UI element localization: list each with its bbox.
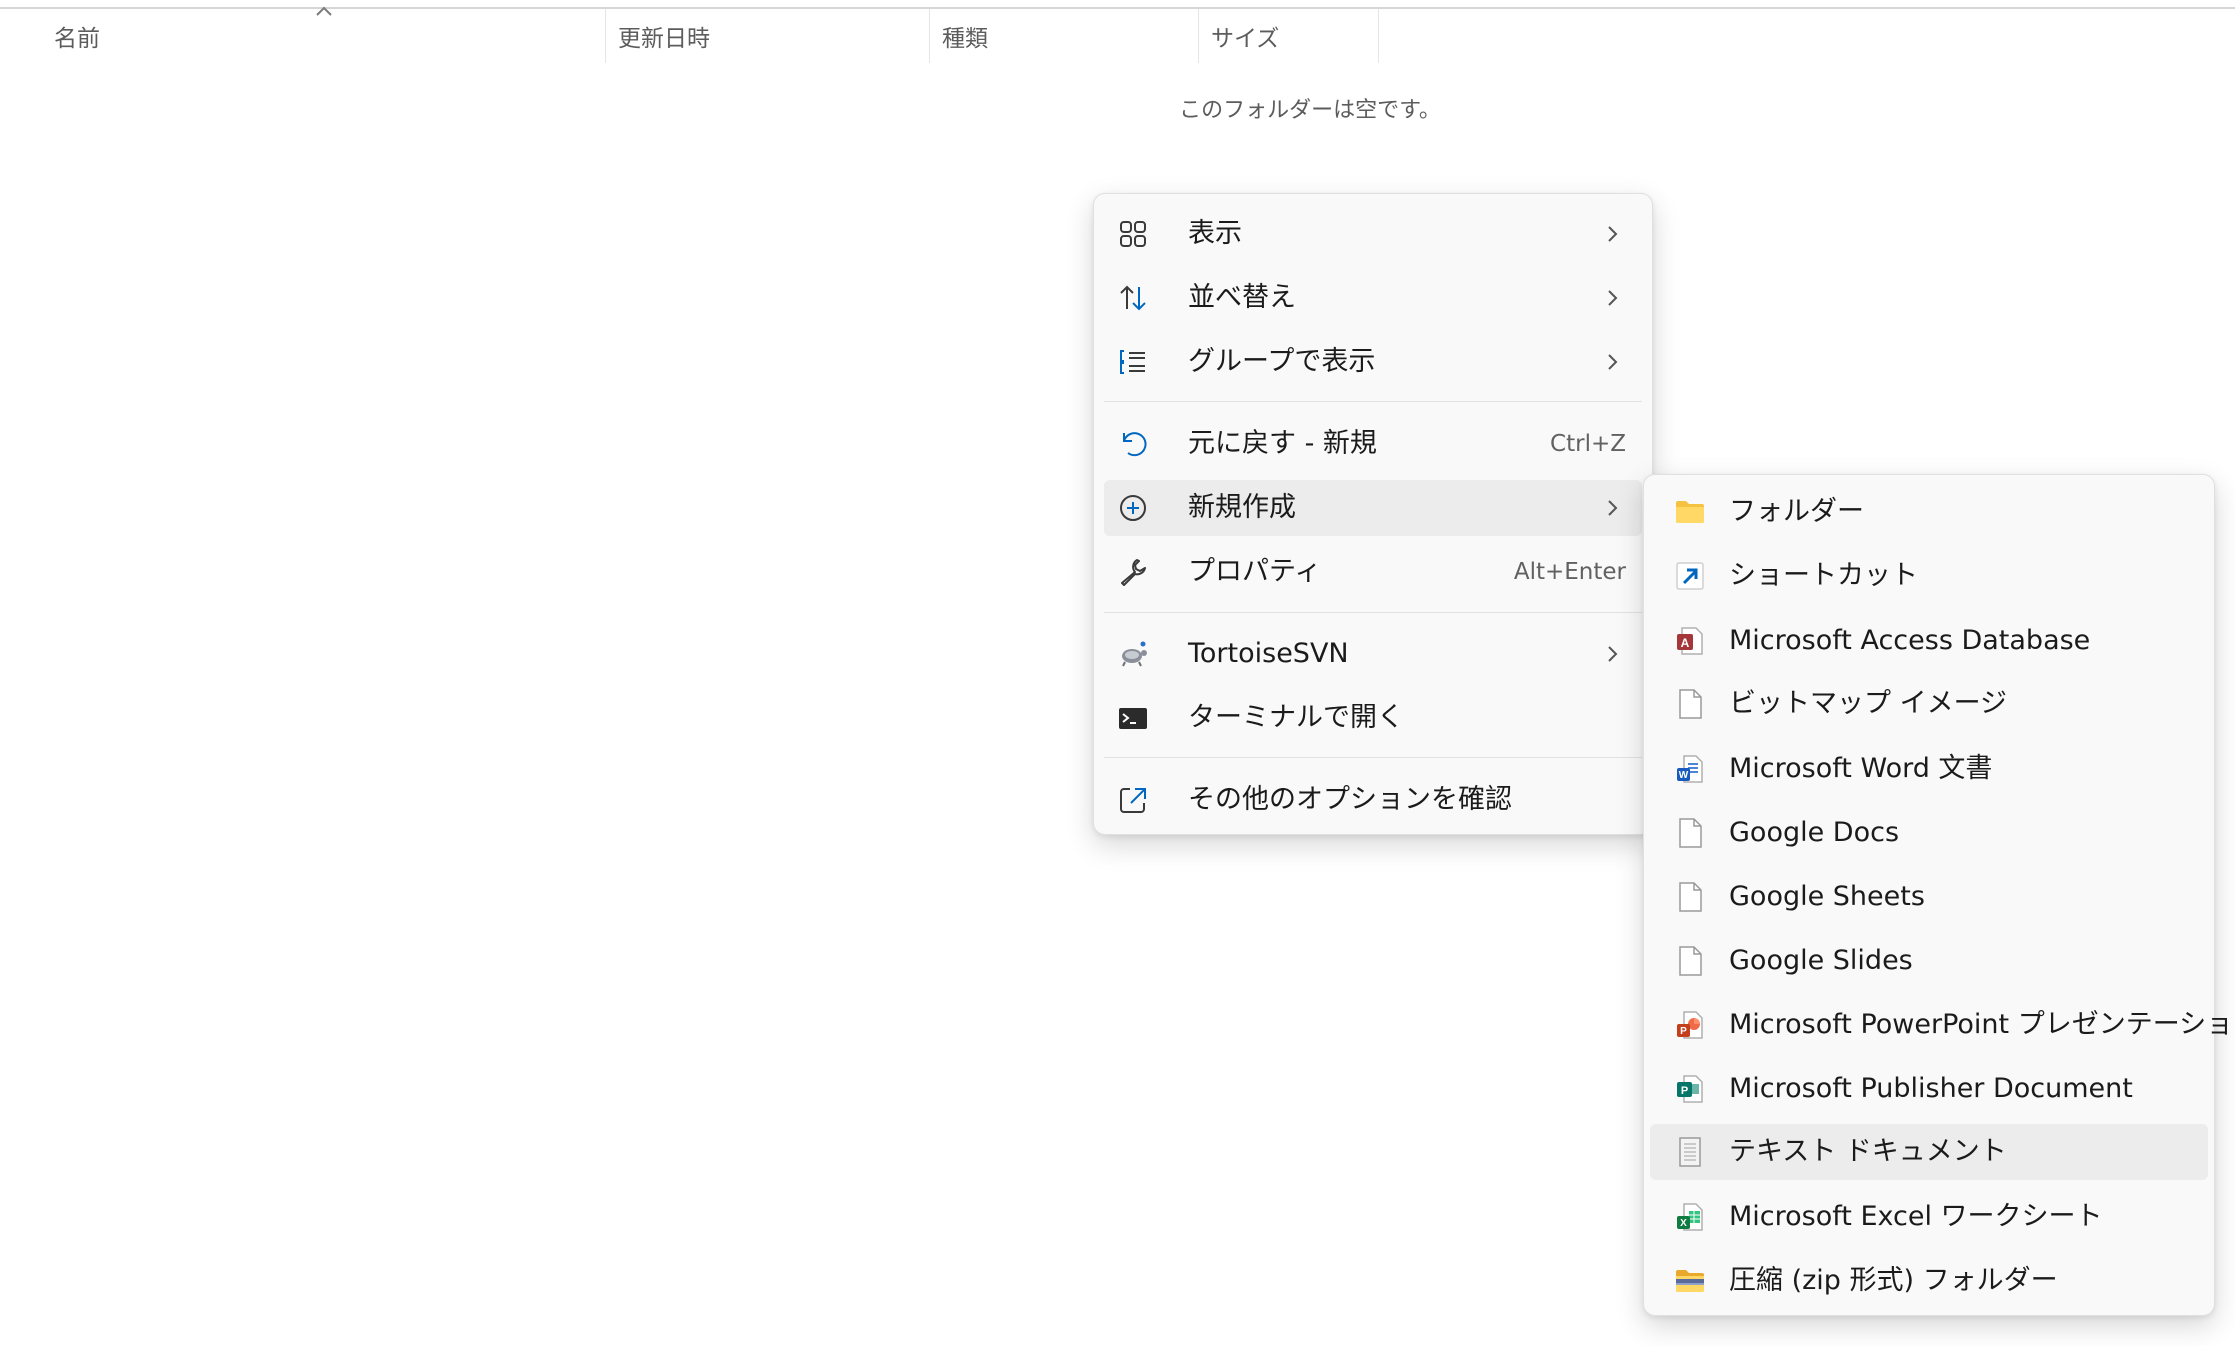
undo-shortcut: Ctrl+Z xyxy=(1550,431,1626,457)
column-divider[interactable] xyxy=(1378,9,1379,63)
publisher-icon: P xyxy=(1674,1073,1706,1105)
text-file-icon xyxy=(1674,1136,1706,1168)
submenu-item-label: Microsoft Access Database xyxy=(1729,625,2091,656)
file-explorer-pane: 名前 更新日時 種類 サイズ このフォルダーは空です。 表示 並べ替え グループ… xyxy=(0,0,2235,1346)
zip-folder-icon xyxy=(1674,1265,1706,1297)
folder-icon xyxy=(1674,496,1706,528)
menu-item-tortoisesvn-label: TortoiseSVN xyxy=(1188,638,1349,669)
wrench-icon xyxy=(1118,557,1148,587)
menu-item-new-label: 新規作成 xyxy=(1188,492,1296,523)
chevron-right-icon xyxy=(1608,290,1618,306)
submenu-item-bitmap[interactable]: ビットマップ イメージ xyxy=(1650,676,2208,732)
menu-item-more-options[interactable]: その他のオプションを確認 xyxy=(1104,772,1642,828)
chevron-right-icon xyxy=(1608,500,1618,516)
submenu-item-label: ショートカット xyxy=(1729,560,1918,591)
column-divider[interactable] xyxy=(605,9,606,63)
menu-item-properties[interactable]: プロパティ Alt+Enter xyxy=(1104,544,1642,600)
svg-text:A: A xyxy=(1681,636,1690,650)
excel-icon: X xyxy=(1674,1201,1706,1233)
svg-text:W: W xyxy=(1679,770,1689,781)
word-icon: W xyxy=(1674,753,1706,785)
submenu-item-label: Google Slides xyxy=(1729,945,1913,976)
submenu-item-label: Microsoft Word 文書 xyxy=(1729,753,1993,784)
submenu-item-text-document[interactable]: テキスト ドキュメント xyxy=(1650,1124,2208,1180)
menu-item-open-terminal-label: ターミナルで開く xyxy=(1188,702,1404,733)
column-header-type-label: 種類 xyxy=(942,26,988,52)
submenu-item-shortcut[interactable]: ショートカット xyxy=(1650,548,2208,604)
chevron-right-icon xyxy=(1608,354,1618,370)
access-icon: A xyxy=(1674,625,1706,657)
chevron-right-icon xyxy=(1608,646,1618,662)
menu-item-undo[interactable]: 元に戻す - 新規 Ctrl+Z xyxy=(1104,416,1642,472)
svg-text:P: P xyxy=(1681,1085,1688,1097)
menu-item-open-terminal[interactable]: ターミナルで開く xyxy=(1104,690,1642,746)
blank-file-icon xyxy=(1674,688,1706,720)
shortcut-icon xyxy=(1674,560,1706,592)
blank-file-icon xyxy=(1674,881,1706,913)
submenu-item-google-slides[interactable]: Google Slides xyxy=(1650,933,2208,989)
column-header-type[interactable]: 種類 xyxy=(942,9,1197,63)
column-header-size-label: サイズ xyxy=(1211,26,1280,52)
column-header-size[interactable]: サイズ xyxy=(1211,9,1376,63)
context-menu: 表示 並べ替え グループで表示 元に戻す - 新規 Ctrl+Z 新規作成 プロ… xyxy=(1093,193,1653,835)
menu-item-undo-label: 元に戻す - 新規 xyxy=(1188,428,1377,459)
submenu-item-google-sheets[interactable]: Google Sheets xyxy=(1650,869,2208,925)
sort-arrows-icon xyxy=(1118,283,1148,313)
menu-item-properties-label: プロパティ xyxy=(1188,556,1322,587)
menu-item-group-by-label: グループで表示 xyxy=(1188,346,1376,377)
add-circle-icon xyxy=(1118,493,1148,523)
share-open-icon xyxy=(1118,785,1148,815)
menu-separator xyxy=(1104,401,1642,402)
properties-shortcut: Alt+Enter xyxy=(1513,559,1626,585)
group-list-icon xyxy=(1118,347,1148,377)
column-header-name[interactable]: 名前 xyxy=(54,9,604,63)
new-submenu: フォルダー ショートカット A Microsoft Access Databas… xyxy=(1643,474,2235,1316)
menu-separator xyxy=(1104,757,1642,758)
menu-item-group-by[interactable]: グループで表示 xyxy=(1104,334,1642,390)
column-header-modified-label: 更新日時 xyxy=(618,26,710,52)
submenu-item-label: 圧縮 (zip 形式) フォルダー xyxy=(1729,1265,2058,1296)
blank-file-icon xyxy=(1674,945,1706,977)
powerpoint-icon: P xyxy=(1674,1009,1706,1041)
menu-item-new[interactable]: 新規作成 xyxy=(1104,480,1642,536)
terminal-icon xyxy=(1118,703,1148,733)
undo-icon xyxy=(1118,429,1148,459)
submenu-item-label: Microsoft PowerPoint プレゼンテーション xyxy=(1729,1009,2235,1040)
column-header-name-label: 名前 xyxy=(54,26,100,52)
column-divider[interactable] xyxy=(929,9,930,63)
view-grid-icon xyxy=(1118,219,1148,249)
blank-file-icon xyxy=(1674,817,1706,849)
submenu-item-label: フォルダー xyxy=(1729,496,1864,527)
menu-item-more-options-label: その他のオプションを確認 xyxy=(1188,784,1512,815)
submenu-item-folder[interactable]: フォルダー xyxy=(1650,484,2208,540)
submenu-item-excel[interactable]: X Microsoft Excel ワークシート xyxy=(1650,1189,2208,1245)
menu-item-sort[interactable]: 並べ替え xyxy=(1104,270,1642,326)
submenu-item-google-docs[interactable]: Google Docs xyxy=(1650,805,2208,861)
submenu-item-label: テキスト ドキュメント xyxy=(1729,1136,2007,1167)
chevron-right-icon xyxy=(1608,226,1618,242)
menu-item-view-label: 表示 xyxy=(1188,218,1242,249)
empty-folder-message: このフォルダーは空です。 xyxy=(1179,98,1441,123)
svg-text:P: P xyxy=(1680,1026,1687,1037)
svg-text:X: X xyxy=(1680,1218,1687,1229)
submenu-item-label: ビットマップ イメージ xyxy=(1729,688,2008,719)
submenu-item-powerpoint[interactable]: P Microsoft PowerPoint プレゼンテーション xyxy=(1650,997,2235,1053)
column-header-modified[interactable]: 更新日時 xyxy=(618,9,928,63)
tortoisesvn-icon xyxy=(1118,639,1148,669)
menu-item-view[interactable]: 表示 xyxy=(1104,206,1642,262)
submenu-item-publisher[interactable]: P Microsoft Publisher Document xyxy=(1650,1061,2208,1117)
submenu-item-label: Microsoft Publisher Document xyxy=(1729,1073,2133,1104)
submenu-item-label: Microsoft Excel ワークシート xyxy=(1729,1201,2103,1232)
submenu-item-word[interactable]: W Microsoft Word 文書 xyxy=(1650,741,2208,797)
menu-item-sort-label: 並べ替え xyxy=(1188,282,1296,313)
submenu-item-label: Google Sheets xyxy=(1729,881,1925,912)
menu-separator xyxy=(1104,612,1642,613)
submenu-item-zip-folder[interactable]: 圧縮 (zip 形式) フォルダー xyxy=(1650,1253,2208,1309)
column-divider[interactable] xyxy=(1198,9,1199,63)
submenu-item-label: Google Docs xyxy=(1729,817,1900,848)
menu-item-tortoisesvn[interactable]: TortoiseSVN xyxy=(1104,626,1642,682)
submenu-item-access-database[interactable]: A Microsoft Access Database xyxy=(1650,613,2208,669)
